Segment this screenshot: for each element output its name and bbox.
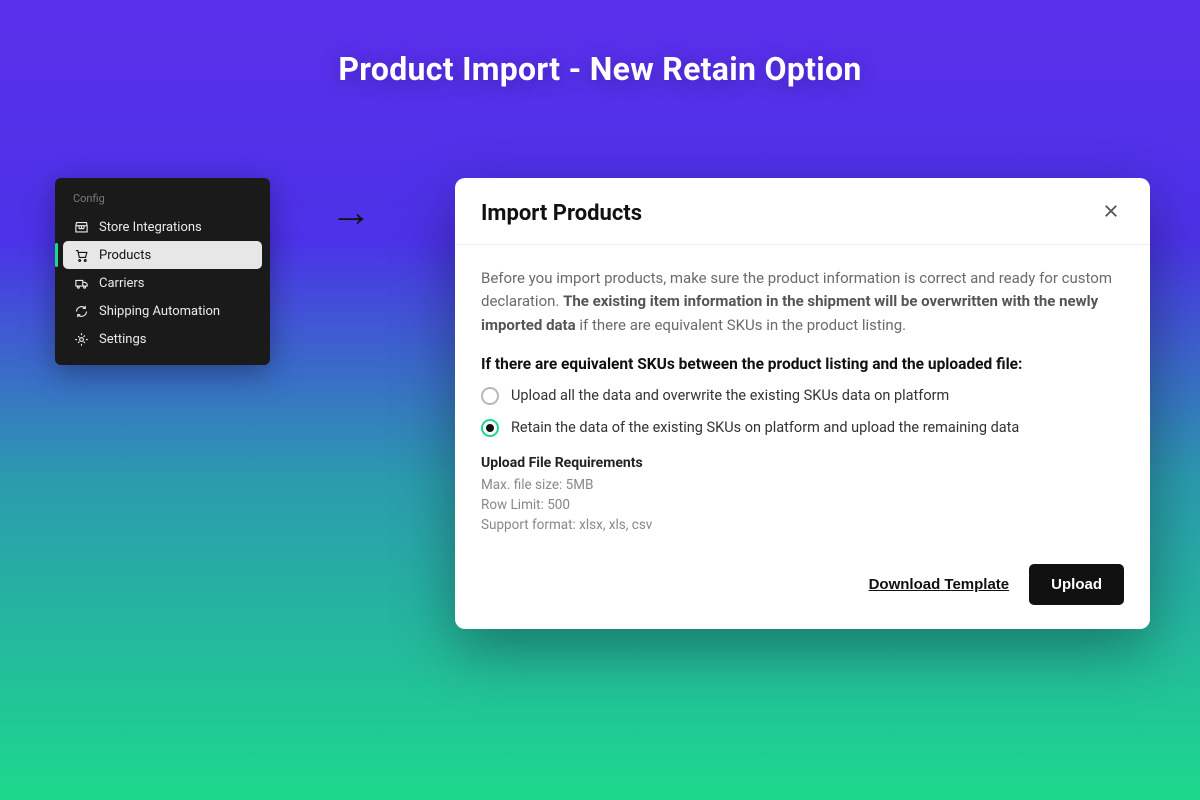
- sidebar-item-label: Carriers: [99, 276, 145, 291]
- sidebar-item-carriers[interactable]: Carriers: [63, 269, 262, 297]
- modal-footer: Download Template Upload: [455, 546, 1150, 629]
- requirement-line: Row Limit: 500: [481, 495, 1124, 515]
- sidebar-item-products[interactable]: Products: [63, 241, 262, 269]
- close-icon: [1102, 200, 1120, 226]
- import-products-modal: Import Products Before you import produc…: [455, 178, 1150, 629]
- sidebar-heading: Config: [63, 192, 262, 213]
- sidebar-item-label: Shipping Automation: [99, 304, 220, 319]
- sidebar-item-label: Settings: [99, 332, 146, 347]
- requirement-line: Max. file size: 5MB: [481, 475, 1124, 495]
- option-label: Retain the data of the existing SKUs on …: [511, 419, 1019, 436]
- cart-icon: [73, 247, 89, 263]
- intro-text: Before you import products, make sure th…: [481, 267, 1124, 337]
- arrow-icon: →: [330, 188, 372, 237]
- sidebar-item-label: Store Integrations: [99, 220, 202, 235]
- gear-icon: [73, 331, 89, 347]
- store-icon: [73, 219, 89, 235]
- options-heading: If there are equivalent SKUs between the…: [481, 355, 1124, 373]
- requirements-title: Upload File Requirements: [481, 455, 1124, 471]
- truck-icon: [73, 275, 89, 291]
- upload-requirements: Upload File Requirements Max. file size:…: [481, 455, 1124, 536]
- option-retain[interactable]: Retain the data of the existing SKUs on …: [481, 419, 1124, 437]
- intro-post: if there are equivalent SKUs in the prod…: [576, 316, 906, 334]
- requirement-line: Support format: xlsx, xls, csv: [481, 515, 1124, 535]
- sidebar-item-label: Products: [99, 248, 151, 263]
- upload-button[interactable]: Upload: [1029, 564, 1124, 605]
- option-label: Upload all the data and overwrite the ex…: [511, 387, 949, 404]
- radio-unselected-icon: [481, 387, 499, 405]
- sidebar-item-store-integrations[interactable]: Store Integrations: [63, 213, 262, 241]
- automation-icon: [73, 303, 89, 319]
- modal-title: Import Products: [481, 201, 642, 226]
- option-overwrite[interactable]: Upload all the data and overwrite the ex…: [481, 387, 1124, 405]
- sidebar-item-shipping-automation[interactable]: Shipping Automation: [63, 297, 262, 325]
- config-sidebar: Config Store Integrations Products Carri…: [55, 178, 270, 365]
- sidebar-item-settings[interactable]: Settings: [63, 325, 262, 353]
- radio-selected-icon: [481, 419, 499, 437]
- download-template-link[interactable]: Download Template: [869, 576, 1010, 593]
- modal-header: Import Products: [455, 178, 1150, 245]
- page-title: Product Import - New Retain Option: [338, 50, 861, 88]
- close-button[interactable]: [1098, 200, 1124, 226]
- modal-body: Before you import products, make sure th…: [455, 245, 1150, 546]
